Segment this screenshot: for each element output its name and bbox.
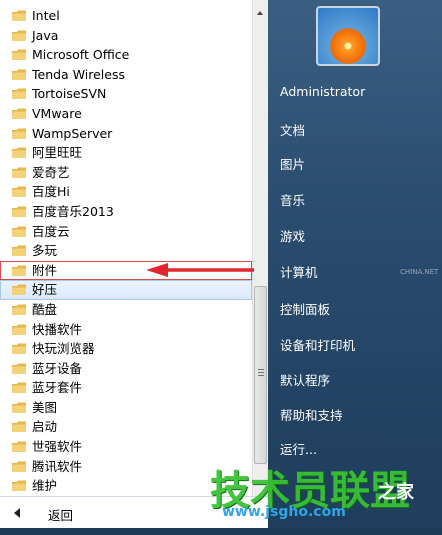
folder-icon bbox=[12, 480, 26, 492]
folder-item-bluetooth-devices[interactable]: 蓝牙设备 bbox=[0, 359, 252, 379]
folder-item-baidu-hi[interactable]: 百度Hi bbox=[0, 182, 252, 202]
folder-label: 启动 bbox=[32, 419, 58, 435]
folder-item-tortoisesvn[interactable]: TortoiseSVN bbox=[0, 84, 252, 104]
folder-icon bbox=[12, 108, 26, 119]
folder-label: Java bbox=[32, 27, 59, 43]
program-folder-list: Intel Java Microsoft Office Tenda Wirele… bbox=[0, 6, 252, 496]
default-programs-link[interactable]: 默认程序 bbox=[280, 370, 330, 389]
folder-label: VMware bbox=[32, 105, 82, 121]
music-link[interactable]: 音乐 bbox=[280, 190, 305, 209]
folder-label: 百度Hi bbox=[32, 184, 70, 200]
folder-label: 腾讯软件 bbox=[32, 458, 83, 474]
folder-icon bbox=[12, 49, 26, 61]
folder-label: 阿里旺旺 bbox=[32, 145, 83, 161]
folder-item-vmware[interactable]: VMware bbox=[0, 104, 252, 124]
folder-label: 美图 bbox=[32, 399, 58, 415]
folder-icon bbox=[12, 167, 26, 178]
run-link[interactable]: 运行... bbox=[280, 439, 317, 458]
folder-item-qvod[interactable]: 快播软件 bbox=[0, 320, 252, 340]
documents-link[interactable]: 文档 bbox=[280, 120, 305, 139]
folder-label: 快播软件 bbox=[32, 321, 83, 337]
folder-item-java[interactable]: Java bbox=[0, 26, 252, 46]
folder-item-haozip[interactable]: 好压 bbox=[0, 280, 252, 300]
red-annotation-arrow-icon bbox=[146, 263, 254, 277]
folder-item-shiqiang-software[interactable]: 世强软件 bbox=[0, 437, 252, 457]
folder-item-tenda-wireless[interactable]: Tenda Wireless bbox=[0, 65, 252, 85]
program-list-scrollbar[interactable] bbox=[252, 0, 268, 496]
folder-label: 多玩 bbox=[32, 243, 58, 259]
folder-icon bbox=[12, 304, 26, 315]
folder-label: 百度音乐2013 bbox=[32, 203, 114, 219]
folder-icon bbox=[12, 284, 26, 296]
devices-and-printers-link[interactable]: 设备和打印机 bbox=[280, 335, 355, 354]
start-menu-right-pane: Administrator 文档 图片 音乐 游戏 计算机 控制面板 设备和打印… bbox=[268, 0, 442, 528]
control-panel-link[interactable]: 控制面板 bbox=[280, 299, 330, 318]
folder-item-aliwangwang[interactable]: 阿里旺旺 bbox=[0, 143, 252, 163]
folder-item-baidu-music[interactable]: 百度音乐2013 bbox=[0, 202, 252, 222]
user-avatar[interactable] bbox=[316, 6, 380, 66]
folder-item-iqiyi[interactable]: 爱奇艺 bbox=[0, 163, 252, 183]
folder-label: 好压 bbox=[32, 282, 58, 298]
folder-icon bbox=[12, 10, 26, 21]
folder-item-meitu[interactable]: 美图 bbox=[0, 398, 252, 418]
back-label: 返回 bbox=[48, 508, 74, 523]
folder-icon bbox=[12, 343, 26, 355]
folder-icon bbox=[12, 226, 26, 237]
folder-item-startup[interactable]: 启动 bbox=[0, 417, 252, 437]
folder-label: 百度云 bbox=[32, 223, 70, 239]
folder-item-duowan[interactable]: 多玩 bbox=[0, 241, 252, 261]
folder-item-bluetooth-suite[interactable]: 蓝牙套件 bbox=[0, 378, 252, 398]
folder-icon bbox=[12, 402, 26, 413]
grip-icon bbox=[258, 369, 264, 377]
folder-label: 蓝牙套件 bbox=[32, 380, 83, 396]
watermark-url: www.jsgho.com bbox=[222, 504, 346, 520]
folder-label: TortoiseSVN bbox=[32, 86, 107, 102]
folder-label: WampServer bbox=[32, 125, 113, 141]
computer-link[interactable]: 计算机 bbox=[280, 262, 318, 281]
folder-icon bbox=[12, 382, 26, 394]
folder-icon bbox=[12, 69, 26, 80]
folder-item-kupan[interactable]: 酷盘 bbox=[0, 300, 252, 320]
folder-label: 酷盘 bbox=[32, 301, 58, 317]
folder-label: Intel bbox=[32, 8, 60, 23]
folder-label: 维护 bbox=[32, 478, 58, 494]
folder-icon bbox=[12, 441, 26, 453]
folder-item-wampserver[interactable]: WampServer bbox=[0, 124, 252, 144]
pictures-link[interactable]: 图片 bbox=[280, 154, 305, 173]
folder-icon bbox=[12, 324, 26, 335]
folder-icon bbox=[12, 206, 26, 217]
folder-icon bbox=[12, 186, 26, 198]
folder-label: 爱奇艺 bbox=[32, 164, 70, 180]
folder-icon bbox=[12, 461, 26, 472]
folder-icon bbox=[12, 128, 26, 139]
folder-icon bbox=[12, 265, 26, 276]
folder-icon bbox=[12, 421, 26, 433]
user-name-link[interactable]: Administrator bbox=[280, 84, 365, 99]
folder-item-intel[interactable]: Intel bbox=[0, 6, 252, 26]
folder-icon bbox=[12, 88, 26, 100]
folder-icon bbox=[12, 30, 26, 41]
scroll-up-arrow-icon[interactable] bbox=[253, 6, 268, 22]
games-link[interactable]: 游戏 bbox=[280, 226, 305, 245]
folder-item-microsoft-office[interactable]: Microsoft Office bbox=[0, 45, 252, 65]
folder-label: 附件 bbox=[32, 262, 58, 278]
folder-label: Tenda Wireless bbox=[32, 66, 125, 82]
folder-icon bbox=[12, 363, 26, 374]
watermark-suffix: 之家 bbox=[378, 482, 414, 503]
folder-icon bbox=[12, 245, 26, 257]
back-arrow-icon bbox=[14, 508, 20, 518]
folder-item-baidu-cloud[interactable]: 百度云 bbox=[0, 222, 252, 242]
folder-label: Microsoft Office bbox=[32, 47, 130, 63]
help-and-support-link[interactable]: 帮助和支持 bbox=[280, 405, 343, 424]
folder-icon bbox=[12, 147, 26, 159]
watermark-small-text: CHINA.NET bbox=[400, 268, 439, 276]
folder-label: 蓝牙设备 bbox=[32, 360, 83, 376]
folder-label: 快玩浏览器 bbox=[32, 341, 95, 357]
folder-label: 世强软件 bbox=[32, 439, 83, 455]
folder-item-kuaiwan-browser[interactable]: 快玩浏览器 bbox=[0, 339, 252, 359]
scroll-thumb[interactable] bbox=[254, 286, 267, 464]
